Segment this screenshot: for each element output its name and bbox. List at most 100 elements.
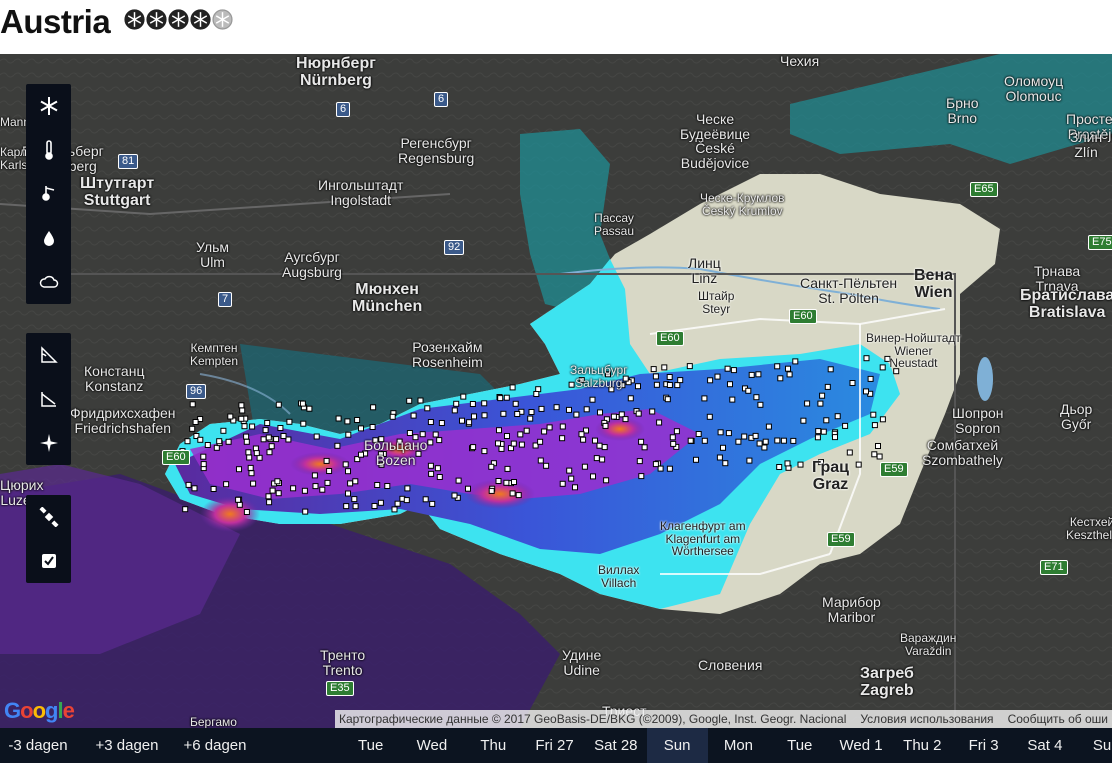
- day-tab[interactable]: Wed 1: [830, 728, 891, 763]
- station-marker[interactable]: [503, 394, 510, 401]
- station-marker[interactable]: [686, 363, 693, 370]
- station-marker[interactable]: [867, 375, 874, 382]
- station-marker[interactable]: [436, 437, 443, 444]
- station-marker[interactable]: [241, 423, 248, 430]
- station-marker[interactable]: [815, 428, 822, 435]
- station-marker[interactable]: [290, 485, 297, 492]
- station-marker[interactable]: [453, 400, 460, 407]
- station-marker[interactable]: [706, 413, 713, 420]
- station-marker[interactable]: [301, 487, 308, 494]
- station-marker[interactable]: [268, 443, 275, 450]
- station-marker[interactable]: [220, 427, 227, 434]
- station-marker[interactable]: [559, 435, 566, 442]
- station-marker[interactable]: [627, 395, 634, 402]
- station-marker[interactable]: [417, 397, 424, 404]
- station-marker[interactable]: [599, 456, 606, 463]
- station-marker[interactable]: [343, 503, 350, 510]
- station-marker[interactable]: [504, 465, 511, 472]
- station-marker[interactable]: [559, 423, 566, 430]
- station-marker[interactable]: [344, 418, 351, 425]
- station-marker[interactable]: [597, 409, 603, 416]
- station-marker[interactable]: [842, 422, 849, 429]
- station-marker[interactable]: [238, 402, 245, 409]
- station-marker[interactable]: [266, 449, 273, 456]
- station-marker[interactable]: [669, 434, 676, 441]
- station-marker[interactable]: [817, 400, 824, 407]
- station-marker[interactable]: [246, 454, 253, 461]
- station-marker[interactable]: [394, 500, 401, 507]
- station-marker[interactable]: [236, 501, 243, 508]
- station-marker[interactable]: [510, 440, 517, 447]
- station-marker[interactable]: [656, 419, 663, 426]
- station-marker[interactable]: [459, 417, 465, 424]
- station-marker[interactable]: [497, 395, 504, 402]
- station-marker[interactable]: [351, 496, 358, 503]
- station-marker[interactable]: [666, 465, 673, 472]
- station-marker[interactable]: [602, 422, 609, 429]
- station-marker[interactable]: [312, 483, 319, 490]
- day-tab[interactable]: Thu: [463, 728, 524, 763]
- station-marker[interactable]: [319, 486, 326, 493]
- station-marker[interactable]: [189, 401, 196, 408]
- station-marker[interactable]: [429, 500, 436, 507]
- station-marker[interactable]: [269, 487, 276, 494]
- station-marker[interactable]: [717, 429, 724, 436]
- station-marker[interactable]: [451, 492, 458, 499]
- station-marker[interactable]: [741, 433, 748, 440]
- station-marker[interactable]: [610, 413, 617, 420]
- station-marker[interactable]: [434, 465, 441, 472]
- station-marker[interactable]: [583, 406, 590, 413]
- station-marker[interactable]: [780, 437, 787, 444]
- station-marker[interactable]: [650, 366, 657, 373]
- station-marker[interactable]: [729, 396, 736, 403]
- station-marker[interactable]: [410, 412, 417, 419]
- station-marker[interactable]: [280, 433, 287, 439]
- station-marker[interactable]: [823, 417, 830, 424]
- precipitation-layer-button[interactable]: [26, 216, 71, 260]
- station-marker[interactable]: [573, 411, 580, 418]
- day-tab[interactable]: Mon: [708, 728, 769, 763]
- station-marker[interactable]: [488, 487, 495, 494]
- station-marker[interactable]: [863, 388, 869, 395]
- station-marker[interactable]: [537, 457, 544, 464]
- station-marker[interactable]: [253, 450, 260, 457]
- station-marker[interactable]: [324, 479, 331, 486]
- station-marker[interactable]: [264, 420, 271, 426]
- station-marker[interactable]: [533, 391, 540, 397]
- station-marker[interactable]: [460, 393, 467, 400]
- station-marker[interactable]: [455, 477, 462, 484]
- slope-layer-button[interactable]: [26, 333, 71, 377]
- station-marker[interactable]: [239, 407, 246, 414]
- station-marker[interactable]: [403, 497, 410, 504]
- time-jump-button[interactable]: +3 dagen: [84, 728, 170, 763]
- snow-layer-button[interactable]: [26, 84, 71, 128]
- station-marker[interactable]: [465, 485, 471, 492]
- station-marker[interactable]: [250, 480, 257, 487]
- station-marker[interactable]: [720, 444, 726, 451]
- station-marker[interactable]: [265, 493, 272, 500]
- station-marker[interactable]: [481, 400, 488, 407]
- station-marker[interactable]: [243, 433, 250, 440]
- station-marker[interactable]: [523, 427, 530, 434]
- station-marker[interactable]: [424, 405, 431, 412]
- station-marker[interactable]: [714, 373, 721, 380]
- station-marker[interactable]: [262, 427, 269, 434]
- day-tab[interactable]: Fri 27: [524, 728, 585, 763]
- report-link[interactable]: Сообщить об оши: [1008, 712, 1108, 726]
- station-marker[interactable]: [593, 455, 600, 462]
- station-marker[interactable]: [879, 416, 886, 423]
- station-marker[interactable]: [210, 486, 217, 492]
- terms-link[interactable]: Условия использования: [860, 712, 993, 726]
- station-marker[interactable]: [223, 481, 230, 488]
- station-marker[interactable]: [701, 437, 708, 444]
- station-marker[interactable]: [735, 438, 742, 445]
- station-marker[interactable]: [785, 365, 791, 372]
- day-tab[interactable]: Tue: [340, 728, 401, 763]
- station-marker[interactable]: [481, 448, 488, 455]
- time-jump-button[interactable]: -3 dagen: [0, 728, 76, 763]
- station-marker[interactable]: [528, 409, 535, 415]
- station-marker[interactable]: [184, 438, 191, 445]
- station-marker[interactable]: [275, 490, 282, 497]
- station-marker[interactable]: [235, 496, 242, 503]
- station-marker[interactable]: [546, 424, 553, 431]
